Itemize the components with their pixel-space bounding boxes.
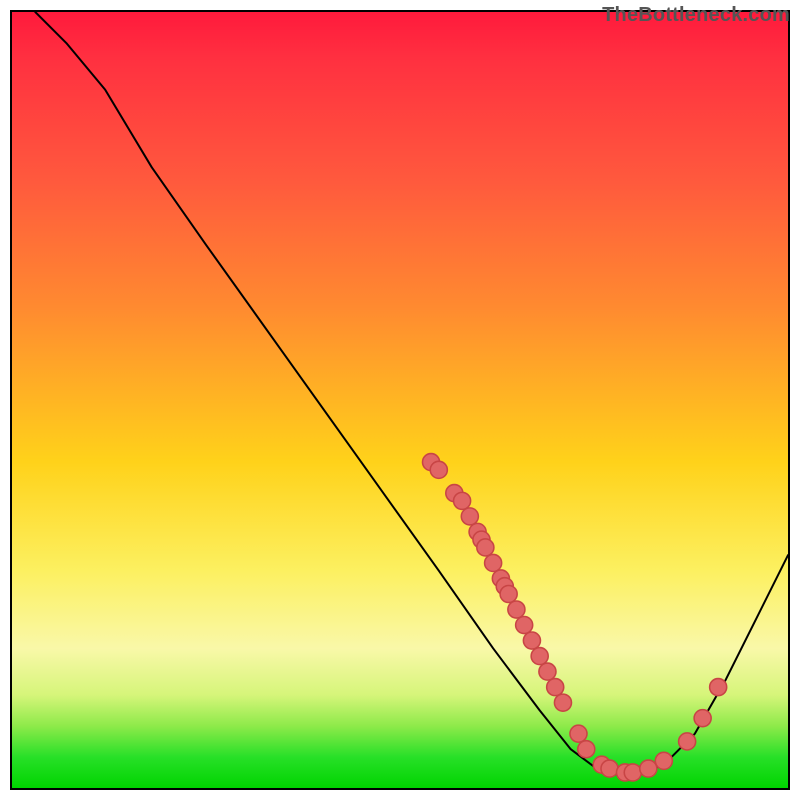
data-point — [554, 694, 571, 711]
data-point — [624, 764, 641, 781]
data-point — [570, 725, 587, 742]
data-point — [500, 585, 517, 602]
data-point — [531, 648, 548, 665]
data-point — [477, 539, 494, 556]
data-point — [593, 756, 610, 773]
bottleneck-curve — [35, 12, 788, 776]
data-point — [492, 570, 509, 587]
data-point — [496, 578, 513, 595]
data-point — [446, 485, 463, 502]
data-point — [508, 601, 525, 618]
data-point — [547, 679, 564, 696]
data-point — [640, 760, 657, 777]
data-point — [423, 454, 440, 471]
data-point — [485, 554, 502, 571]
data-point — [454, 492, 471, 509]
data-points-group — [423, 454, 727, 781]
data-point — [679, 733, 696, 750]
watermark-text: TheBottleneck.com — [602, 4, 790, 27]
plot-area — [10, 10, 790, 790]
data-point — [539, 663, 556, 680]
data-point — [469, 523, 486, 540]
chart-stage: TheBottleneck.com — [0, 0, 800, 800]
data-point — [710, 679, 727, 696]
data-point — [617, 764, 634, 781]
data-point — [430, 461, 447, 478]
chart-svg — [12, 12, 788, 788]
data-point — [523, 632, 540, 649]
data-point — [516, 617, 533, 634]
data-point — [694, 710, 711, 727]
data-point — [461, 508, 478, 525]
data-point — [601, 760, 618, 777]
data-point — [578, 741, 595, 758]
data-point — [473, 531, 490, 548]
data-point — [655, 752, 672, 769]
